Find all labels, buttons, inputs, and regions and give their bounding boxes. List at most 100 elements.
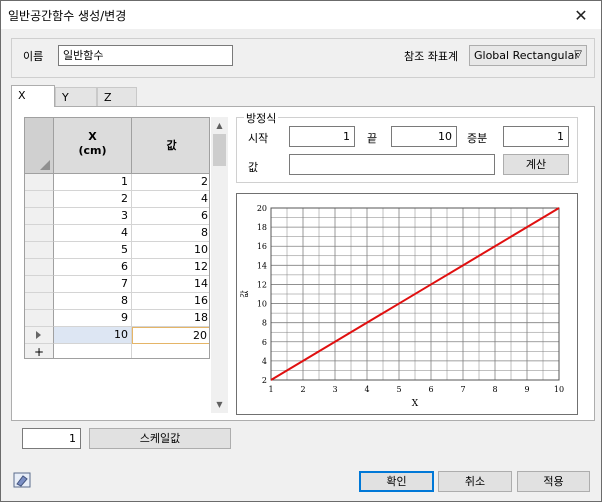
row-header[interactable] [25,310,54,327]
value-label: 값 [248,161,259,174]
cell-value[interactable] [132,344,209,358]
cell-value[interactable]: 18 [132,310,209,327]
reference-coordinate-select[interactable]: Global Rectangular ▽ [469,45,587,66]
cell-x[interactable]: 7 [54,276,132,293]
table-row[interactable]: 24 [25,191,209,208]
dialog-window: 일반공간함수 생성/변경 ✕ 이름 일반함수 참조 좌표계 Global Rec… [0,0,602,502]
y-axis-label: 값 [239,290,249,298]
cell-x[interactable]: 1 [54,174,132,191]
reference-coordinate-value: Global Rectangular [474,49,579,62]
row-header[interactable] [25,225,54,242]
window-title: 일반공간함수 생성/변경 [8,9,127,23]
cell-value[interactable]: 6 [132,208,209,225]
cell-x[interactable]: 6 [54,259,132,276]
chart-svg: 1 2 3 4 5 6 7 8 9 102468101214161820X값 [239,204,564,409]
scroll-thumb[interactable] [213,134,226,166]
apply-button[interactable]: 적용 [517,471,590,492]
x-tick-label: 9 [524,385,529,394]
scale-button[interactable]: 스케일값 [89,428,231,449]
cell-value[interactable]: 2 [132,174,209,191]
y-tick-label: 18 [257,223,267,232]
step-input[interactable]: 1 [503,126,569,147]
y-tick-label: 12 [257,280,267,289]
tab-x[interactable]: X [11,85,55,107]
scale-input[interactable]: 1 [22,428,81,449]
y-tick-label: 20 [257,204,267,213]
y-tick-label: 8 [262,319,267,328]
cell-x[interactable]: 3 [54,208,132,225]
name-input[interactable]: 일반함수 [58,45,233,66]
table-row[interactable]: 9 18 [25,310,209,327]
cell-value[interactable]: 14 [132,276,209,293]
cell-x[interactable]: 5 [54,242,132,259]
row-header[interactable] [25,208,54,225]
table-row[interactable]: 6 12 [25,259,209,276]
step-label: 증분 [467,132,488,145]
table-row[interactable]: 48 [25,225,209,242]
tab-z[interactable]: Z [97,87,137,107]
row-header[interactable] [25,276,54,293]
tab-y[interactable]: Y [55,87,97,107]
y-tick-label: 2 [262,376,267,385]
table-row[interactable]: 5 10 [25,242,209,259]
cell-x[interactable]: 9 [54,310,132,327]
cell-value[interactable]: 20 [132,327,209,344]
cell-value[interactable]: 16 [132,293,209,310]
eraser-icon[interactable] [12,471,32,489]
x-tick-label: 6 [428,385,433,394]
cell-x[interactable]: 4 [54,225,132,242]
calculate-button[interactable]: 계산 [503,154,569,175]
cell-x[interactable]: 8 [54,293,132,310]
row-header[interactable] [25,259,54,276]
title-bar: 일반공간함수 생성/변경 ✕ [1,1,601,29]
equation-group-title: 방정식 [244,110,279,126]
table-row[interactable]: 36 [25,208,209,225]
cell-x[interactable] [54,344,132,358]
table-row[interactable]: 12 [25,174,209,191]
table-row[interactable]: 8 16 [25,293,209,310]
y-tick-label: 14 [257,261,267,270]
x-tick-label: 10 [554,385,564,394]
ok-button[interactable]: 확인 [359,471,434,492]
table-scrollbar[interactable]: ▲ ▼ [211,117,228,413]
new-row[interactable]: + [25,344,209,358]
chevron-down-icon: ▽ [574,49,582,60]
start-input[interactable]: 1 [289,126,355,147]
x-tick-label: 4 [364,385,369,394]
reference-coordinate-label: 참조 좌표계 [404,50,459,63]
scroll-up-icon[interactable]: ▲ [211,117,228,134]
table-corner[interactable] [25,118,54,174]
y-tick-label: 16 [257,242,267,251]
y-tick-label: 6 [262,338,267,347]
close-icon: ✕ [574,5,588,25]
row-header[interactable] [25,174,54,191]
cell-value[interactable]: 10 [132,242,209,259]
x-tick-label: 8 [492,385,497,394]
y-tick-label: 4 [262,357,267,366]
end-label: 끝 [367,132,378,145]
cell-value[interactable]: 12 [132,259,209,276]
cell-x[interactable]: 2 [54,191,132,208]
x-tick-label: 2 [300,385,305,394]
cell-x[interactable]: 10 [54,327,132,344]
cancel-button[interactable]: 취소 [438,471,512,492]
row-header[interactable] [25,242,54,259]
scroll-down-icon[interactable]: ▼ [211,396,228,413]
new-row-header[interactable]: + [25,344,54,358]
row-header[interactable] [25,191,54,208]
table-row[interactable]: 7 14 [25,276,209,293]
column-header-x: X (cm) [54,118,132,174]
x-axis-label: X [412,399,419,409]
cell-value[interactable]: 8 [132,225,209,242]
value-input[interactable] [289,154,495,175]
table-row[interactable]: 10 20 [25,327,209,344]
x-tick-label: 7 [460,385,465,394]
function-chart: 1 2 3 4 5 6 7 8 9 10 2 4 6 8 10 12 14 16 18 20 X 값 [236,193,578,415]
close-button[interactable]: ✕ [561,1,601,29]
column-header-value: 값 [132,118,209,174]
row-header[interactable] [25,327,54,344]
function-table[interactable]: X (cm) 값 1 2 2 4 3 6 4 8 5 10 6 12 7 14 8 16 9 18 10 20 + [24,117,210,359]
row-header[interactable] [25,293,54,310]
end-input[interactable]: 10 [391,126,457,147]
cell-value[interactable]: 4 [132,191,209,208]
